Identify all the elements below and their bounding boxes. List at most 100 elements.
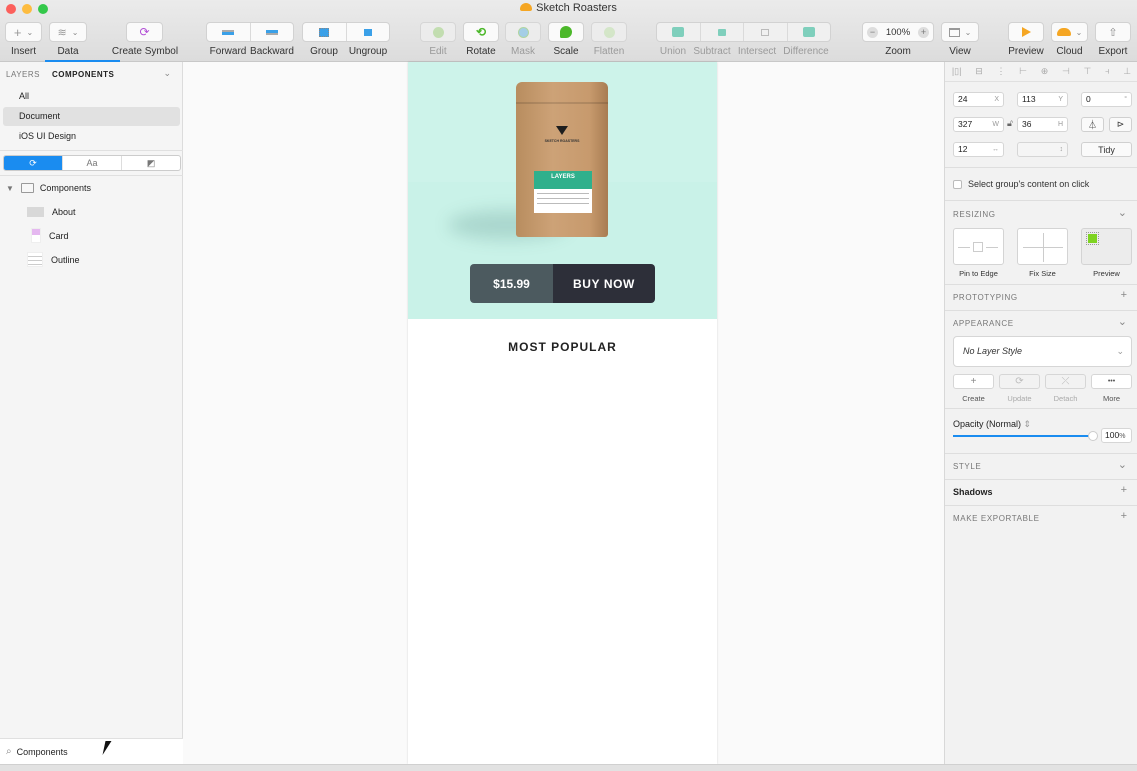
chevron-down-icon[interactable]: ⌄ — [1118, 206, 1127, 219]
group-button[interactable] — [303, 23, 347, 41]
stepper-icon: ⇕ — [1023, 419, 1032, 429]
label-line — [537, 193, 589, 194]
window-bottom-bar — [0, 764, 1137, 771]
align-middle-icon[interactable]: ⫞ — [1105, 66, 1110, 77]
width-field[interactable]: 327 W — [953, 117, 1004, 132]
mask-button[interactable] — [505, 22, 541, 42]
align-left-icon[interactable]: ⊢ — [1019, 66, 1027, 77]
create-style-button[interactable]: + — [953, 374, 994, 389]
ungroup-button[interactable] — [347, 23, 390, 41]
flatten-button[interactable] — [591, 22, 627, 42]
tab-layers[interactable]: LAYERS — [6, 70, 40, 79]
more-style-button[interactable]: ••• — [1091, 374, 1132, 389]
tree-item-about[interactable]: About — [27, 207, 76, 217]
flip-horizontal-button[interactable]: ⏃ — [1081, 117, 1104, 132]
subtract-button[interactable] — [701, 23, 744, 41]
y-unit: Y — [1058, 96, 1063, 103]
x-field[interactable]: 24 X — [953, 92, 1004, 107]
canvas[interactable]: SKETCH ROASTERS LAYERS $15.99 BUY NOW MO… — [183, 62, 944, 764]
export-button[interactable]: ⇧ — [1095, 22, 1131, 42]
tab-symbols[interactable]: ⟳ — [4, 156, 63, 170]
tree-folder-components[interactable]: ▼ Components — [6, 183, 91, 193]
pin-to-edge-icon — [973, 242, 983, 252]
components-search[interactable]: ⌕ Components — [0, 738, 183, 764]
mask-icon — [517, 26, 529, 38]
forward-button[interactable] — [207, 23, 251, 41]
add-shadow-button[interactable]: + — [1121, 484, 1127, 496]
pin-to-edge-box[interactable] — [953, 228, 1004, 265]
flip-vertical-button[interactable]: ⊳ — [1109, 117, 1132, 132]
library-all[interactable]: All — [3, 87, 180, 106]
buy-button-symbol[interactable]: $15.99 BUY NOW — [470, 264, 655, 303]
lock-proportions-icon[interactable]: 🔓︎ — [1007, 118, 1013, 129]
artboard[interactable]: SKETCH ROASTERS LAYERS $15.99 BUY NOW MO… — [408, 62, 717, 764]
horizontal-spacing-field[interactable]: 12 ↔ — [953, 142, 1004, 157]
window-title: Sketch Roasters — [0, 2, 1137, 14]
component-filter-tabs: ⟳ Aa ◩ — [3, 155, 181, 171]
union-button[interactable] — [657, 23, 701, 41]
align-right-icon[interactable]: ⊣ — [1062, 66, 1070, 77]
add-prototyping-button[interactable]: + — [1121, 289, 1127, 301]
tab-components[interactable]: COMPONENTS — [52, 70, 114, 79]
update-style-button[interactable]: ⟳ — [999, 374, 1040, 389]
more-label: More — [1102, 394, 1121, 403]
library-document[interactable]: Document — [3, 107, 180, 126]
plus-icon: + — [970, 376, 977, 387]
scale-button[interactable] — [548, 22, 584, 42]
tree-item-card[interactable]: Card — [31, 228, 69, 243]
tidy-button[interactable]: Tidy — [1081, 142, 1132, 157]
preview-button[interactable] — [1008, 22, 1044, 42]
distribute-vertical-icon[interactable]: ⊟ — [975, 66, 983, 77]
chevron-down-icon: ⌄ — [1075, 27, 1083, 37]
align-center-icon[interactable]: ⊕ — [1041, 66, 1049, 77]
opacity-slider-knob[interactable] — [1088, 431, 1098, 441]
bring-forward-icon — [222, 29, 235, 35]
view-button[interactable]: ⌄ — [941, 22, 979, 42]
zoom-in-button[interactable]: + — [918, 26, 929, 38]
fix-size-line — [1043, 233, 1044, 262]
chevron-down-icon[interactable]: ⌄ — [1118, 458, 1127, 471]
distribute-horizontal-icon[interactable]: |▯| — [952, 66, 962, 77]
data-button[interactable]: ≋ ⌄ — [49, 22, 87, 42]
align-top-icon[interactable]: ⊤ — [1083, 66, 1091, 77]
coffee-bag-image: SKETCH ROASTERS LAYERS — [516, 82, 608, 237]
align-bottom-icon[interactable]: ⊥ — [1123, 66, 1131, 77]
select-group-content-option[interactable]: Select group's content on click — [953, 179, 1089, 189]
tree-item-outline[interactable]: Outline — [27, 252, 80, 267]
backward-button[interactable] — [251, 23, 294, 41]
opacity-field[interactable]: 100% — [1101, 428, 1132, 443]
detach-style-button[interactable]: ⤫ — [1045, 374, 1086, 389]
style-title: STYLE — [953, 462, 982, 471]
intersect-button[interactable] — [744, 23, 788, 41]
height-field[interactable]: 36 H — [1017, 117, 1068, 132]
preview-label: Preview — [1093, 269, 1120, 278]
insert-button[interactable]: + ⌄ — [5, 22, 42, 42]
fix-size-box[interactable] — [1017, 228, 1068, 265]
difference-button[interactable] — [788, 23, 831, 41]
cloud-icon — [1056, 28, 1071, 36]
buy-now-button[interactable]: BUY NOW — [553, 264, 655, 303]
chevron-down-icon[interactable]: ⌄ — [1118, 315, 1127, 328]
checkbox[interactable] — [953, 179, 962, 189]
zoom-out-button[interactable]: − — [867, 26, 878, 38]
opacity-slider[interactable] — [953, 431, 1098, 441]
create-symbol-button[interactable]: ⟳ — [126, 22, 163, 42]
add-export-button[interactable]: + — [1121, 510, 1127, 522]
scale-icon — [560, 26, 572, 38]
cloud-button[interactable]: ⌄ — [1051, 22, 1088, 42]
library-ios-ui-design[interactable]: iOS UI Design — [3, 127, 180, 146]
disclosure-triangle-icon[interactable]: ▼ — [6, 184, 14, 193]
tab-layer-styles[interactable]: ◩ — [122, 156, 180, 170]
search-input[interactable]: Components — [17, 747, 68, 757]
product-hero[interactable]: SKETCH ROASTERS LAYERS $15.99 BUY NOW — [408, 62, 717, 319]
rotation-field[interactable]: 0 ° — [1081, 92, 1132, 107]
vertical-spacing-field[interactable]: ↕ — [1017, 142, 1068, 157]
chevron-down-icon[interactable]: ⌄ — [163, 68, 171, 79]
rotate-button[interactable]: ⟲ — [463, 22, 499, 42]
y-field[interactable]: 113 Y — [1017, 92, 1068, 107]
edit-button[interactable] — [420, 22, 456, 42]
opacity-blend-selector[interactable]: Opacity (Normal) ⇕ — [953, 419, 1031, 430]
tab-text-styles[interactable]: Aa — [63, 156, 122, 170]
layer-style-dropdown[interactable]: No Layer Style ⌄ — [953, 336, 1132, 367]
opacity-label: Opacity (Normal) — [953, 419, 1022, 429]
